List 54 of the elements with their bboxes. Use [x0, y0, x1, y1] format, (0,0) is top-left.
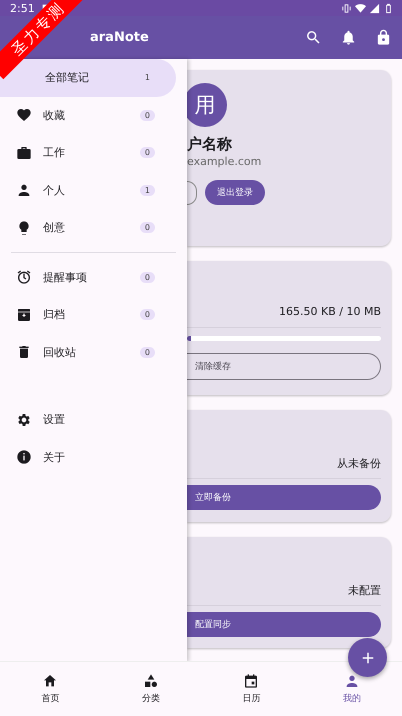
user-name: 户名称: [187, 135, 233, 154]
drawer-item[interactable]: 设置: [0, 401, 176, 438]
bell-icon: [340, 29, 357, 46]
count-badge: 0: [140, 346, 155, 358]
heart-icon: [16, 107, 32, 124]
lock-icon: [375, 29, 392, 46]
backup-status: 从未备份: [337, 456, 381, 471]
signal-icon: [369, 2, 380, 14]
nav-tab[interactable]: 我的: [302, 662, 402, 716]
drawer-item[interactable]: 关于: [0, 438, 176, 476]
user-email: example.com: [187, 155, 262, 168]
alarm-clock-icon: [16, 269, 32, 286]
vibrate-icon: [341, 2, 352, 14]
calendar-icon: [243, 673, 260, 689]
lock-button[interactable]: [375, 29, 392, 46]
logout-button[interactable]: 退出登录: [205, 180, 265, 205]
drawer-item[interactable]: 全部笔记 1: [0, 59, 176, 96]
backup-button[interactable]: 立即备份: [187, 485, 381, 510]
nav-tab[interactable]: 分类: [100, 662, 201, 716]
drawer-item[interactable]: 回收站 0: [0, 334, 176, 371]
status-time: 2:51: [10, 2, 35, 14]
archive-box-icon: [16, 306, 32, 323]
shapes-icon: [142, 673, 159, 689]
count-badge: 0: [140, 222, 155, 234]
settings-icon: [16, 412, 32, 428]
wifi-icon: [355, 2, 366, 14]
drawer-item[interactable]: 创意 0: [0, 209, 176, 246]
nav-tab[interactable]: 日历: [201, 662, 302, 716]
sync-button[interactable]: 配置同步: [187, 612, 381, 637]
person-icon: [16, 182, 32, 198]
count-badge: 0: [140, 272, 155, 283]
avatar: 用: [187, 83, 227, 127]
notifications-button[interactable]: [340, 29, 357, 46]
count-badge: 0: [140, 147, 155, 158]
home-icon: [42, 673, 58, 689]
battery-icon: [383, 2, 394, 14]
count-badge: 0: [140, 309, 155, 320]
sync-status: 未配置: [348, 583, 381, 598]
briefcase-icon: [16, 144, 32, 161]
drawer-item[interactable]: 工作 0: [0, 134, 176, 172]
count-badge: 0: [140, 110, 155, 121]
drawer-item[interactable]: 收藏 0: [0, 96, 176, 134]
drawer-item[interactable]: 提醒事项 0: [0, 258, 176, 296]
search-icon: [305, 29, 322, 46]
drawer-item[interactable]: 个人 1: [0, 172, 176, 209]
app-title: araNote: [90, 30, 150, 45]
nav-tab[interactable]: 首页: [0, 662, 100, 716]
count-badge: 1: [140, 184, 155, 196]
drawer-item[interactable]: 归档 0: [0, 296, 176, 334]
storage-usage: 165.50 KB / 10 MB: [279, 305, 381, 318]
info-icon: [16, 449, 32, 466]
person-icon: [344, 673, 360, 689]
clear-cache-button[interactable]: 清除缓存: [187, 353, 381, 380]
search-button[interactable]: [305, 29, 322, 46]
